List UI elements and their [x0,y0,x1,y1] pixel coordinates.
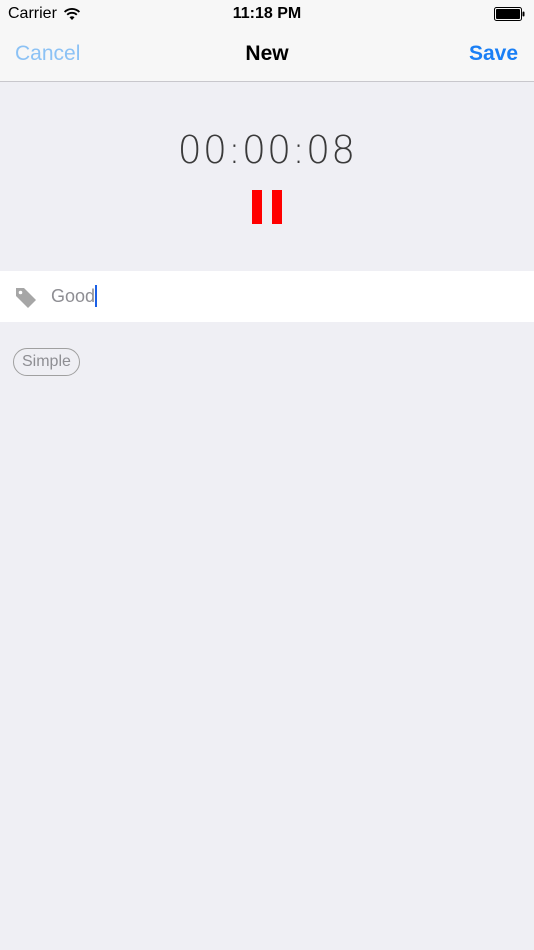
screen: Carrier 11:18 PM Cancel New Save 00:00:0… [0,0,534,950]
tag-input-row: Good [0,271,534,322]
cancel-button[interactable]: Cancel [15,42,80,66]
pause-icon-bar [272,190,282,224]
tag-input-value: Good [51,285,96,306]
text-caret [95,285,98,307]
pause-icon [252,190,262,224]
save-button[interactable]: Save [469,42,518,66]
pause-button[interactable] [252,190,282,224]
tag-icon [16,288,36,308]
tag-input[interactable]: Good [51,283,98,309]
battery-icon [494,7,525,21]
status-bar: Carrier 11:18 PM [0,0,534,28]
status-time: 11:18 PM [232,5,302,22]
timer-display: 00:00:08 [177,128,357,172]
navigation-bar: Cancel New Save [0,28,534,82]
tag-chip-simple[interactable]: Simple [13,348,80,376]
